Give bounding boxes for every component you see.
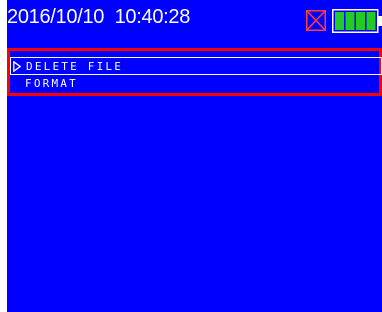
battery-segment xyxy=(366,12,376,30)
menu-item-format[interactable]: FORMAT xyxy=(7,76,382,92)
device-screen: 2016/10/10 10:40:28 DELETE FILE FORMAT xyxy=(7,0,382,312)
battery-segment xyxy=(356,12,365,30)
triangle-right-icon xyxy=(13,61,21,72)
battery-segment xyxy=(335,12,344,30)
menu-item-delete-file[interactable]: DELETE FILE xyxy=(10,57,382,75)
menu-item-label: DELETE FILE xyxy=(26,60,124,73)
battery-full-icon xyxy=(332,9,382,33)
sd-card-error-icon xyxy=(306,10,326,31)
status-bar: 2016/10/10 10:40:28 xyxy=(7,0,382,40)
datetime-display: 2016/10/10 10:40:28 xyxy=(7,6,191,28)
battery-segment xyxy=(345,12,355,30)
menu-item-label: FORMAT xyxy=(25,77,78,90)
